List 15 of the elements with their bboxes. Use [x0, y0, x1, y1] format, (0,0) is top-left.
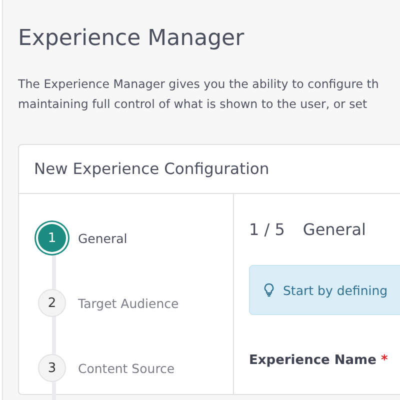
step-label[interactable]: General [78, 230, 128, 246]
step-counter: 1 / 5 [249, 220, 285, 239]
step-number[interactable]: 3 [38, 354, 66, 382]
alert-text: Start by defining [283, 282, 388, 298]
page-description: The Experience Manager gives you the ability to configure th maintaining full control of what is shown to the user, or set [18, 76, 380, 113]
step-title: General [302, 220, 366, 239]
step-number[interactable]: 1 [38, 224, 66, 252]
page-title: Experience Manager [18, 25, 246, 53]
field-label: Experience Name [249, 353, 376, 368]
lightbulb-icon [264, 283, 274, 297]
required-mark: * [380, 353, 388, 368]
step-label[interactable]: Content Source [78, 360, 175, 376]
step-label[interactable]: Target Audience [78, 296, 179, 310]
step-number[interactable]: 2 [38, 289, 66, 317]
card-title: New Experience Configuration [34, 160, 270, 178]
